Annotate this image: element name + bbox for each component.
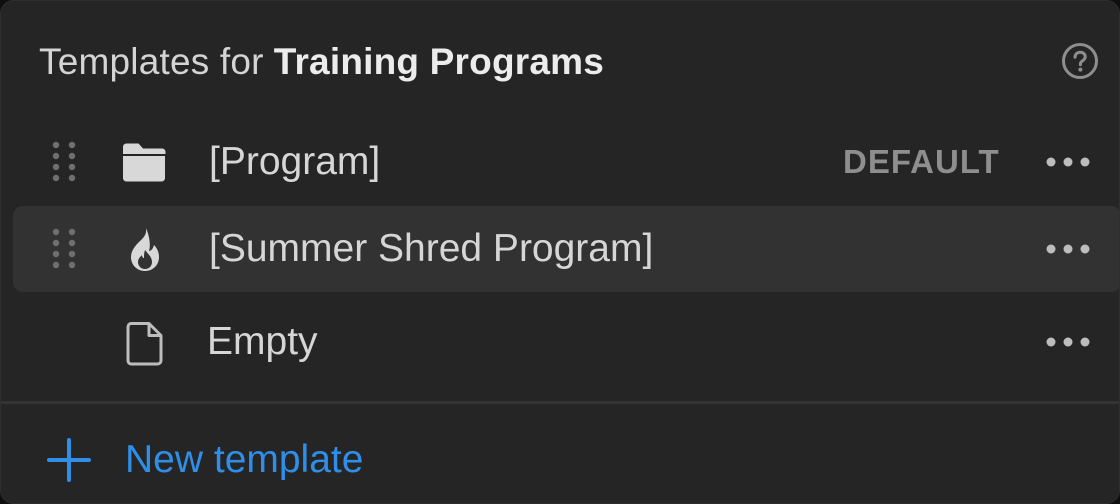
template-label: [Program] [209,140,381,183]
new-template-button[interactable]: New template [45,419,363,501]
panel-title: Templates for Training Programs [39,37,604,87]
page-icon [126,322,163,366]
new-template-label: New template [125,438,364,481]
folder-icon [123,143,166,182]
template-row-program[interactable]: [Program] DEFAULT [13,119,1119,205]
template-row-summer-shred-program[interactable]: [Summer Shred Program] [13,206,1119,292]
ellipsis-icon[interactable] [1043,236,1093,262]
footer-divider [1,401,1119,404]
ellipsis-icon[interactable] [1043,329,1093,355]
flame-icon [131,228,159,271]
plus-icon [47,438,91,482]
default-badge: DEFAULT [843,143,1000,180]
template-row-empty[interactable]: Empty [13,299,1119,385]
question-circle-icon[interactable] [1061,42,1099,80]
template-label: Empty [207,320,318,363]
panel-title-database: Training Programs [273,41,605,82]
drag-handle-icon[interactable] [51,227,77,271]
ellipsis-icon[interactable] [1043,149,1093,175]
drag-handle-icon[interactable] [51,140,77,184]
template-label: [Summer Shred Program] [209,227,654,270]
templates-panel: Templates for Training Programs [Program… [0,0,1120,504]
panel-title-prefix: Templates for [39,41,264,82]
